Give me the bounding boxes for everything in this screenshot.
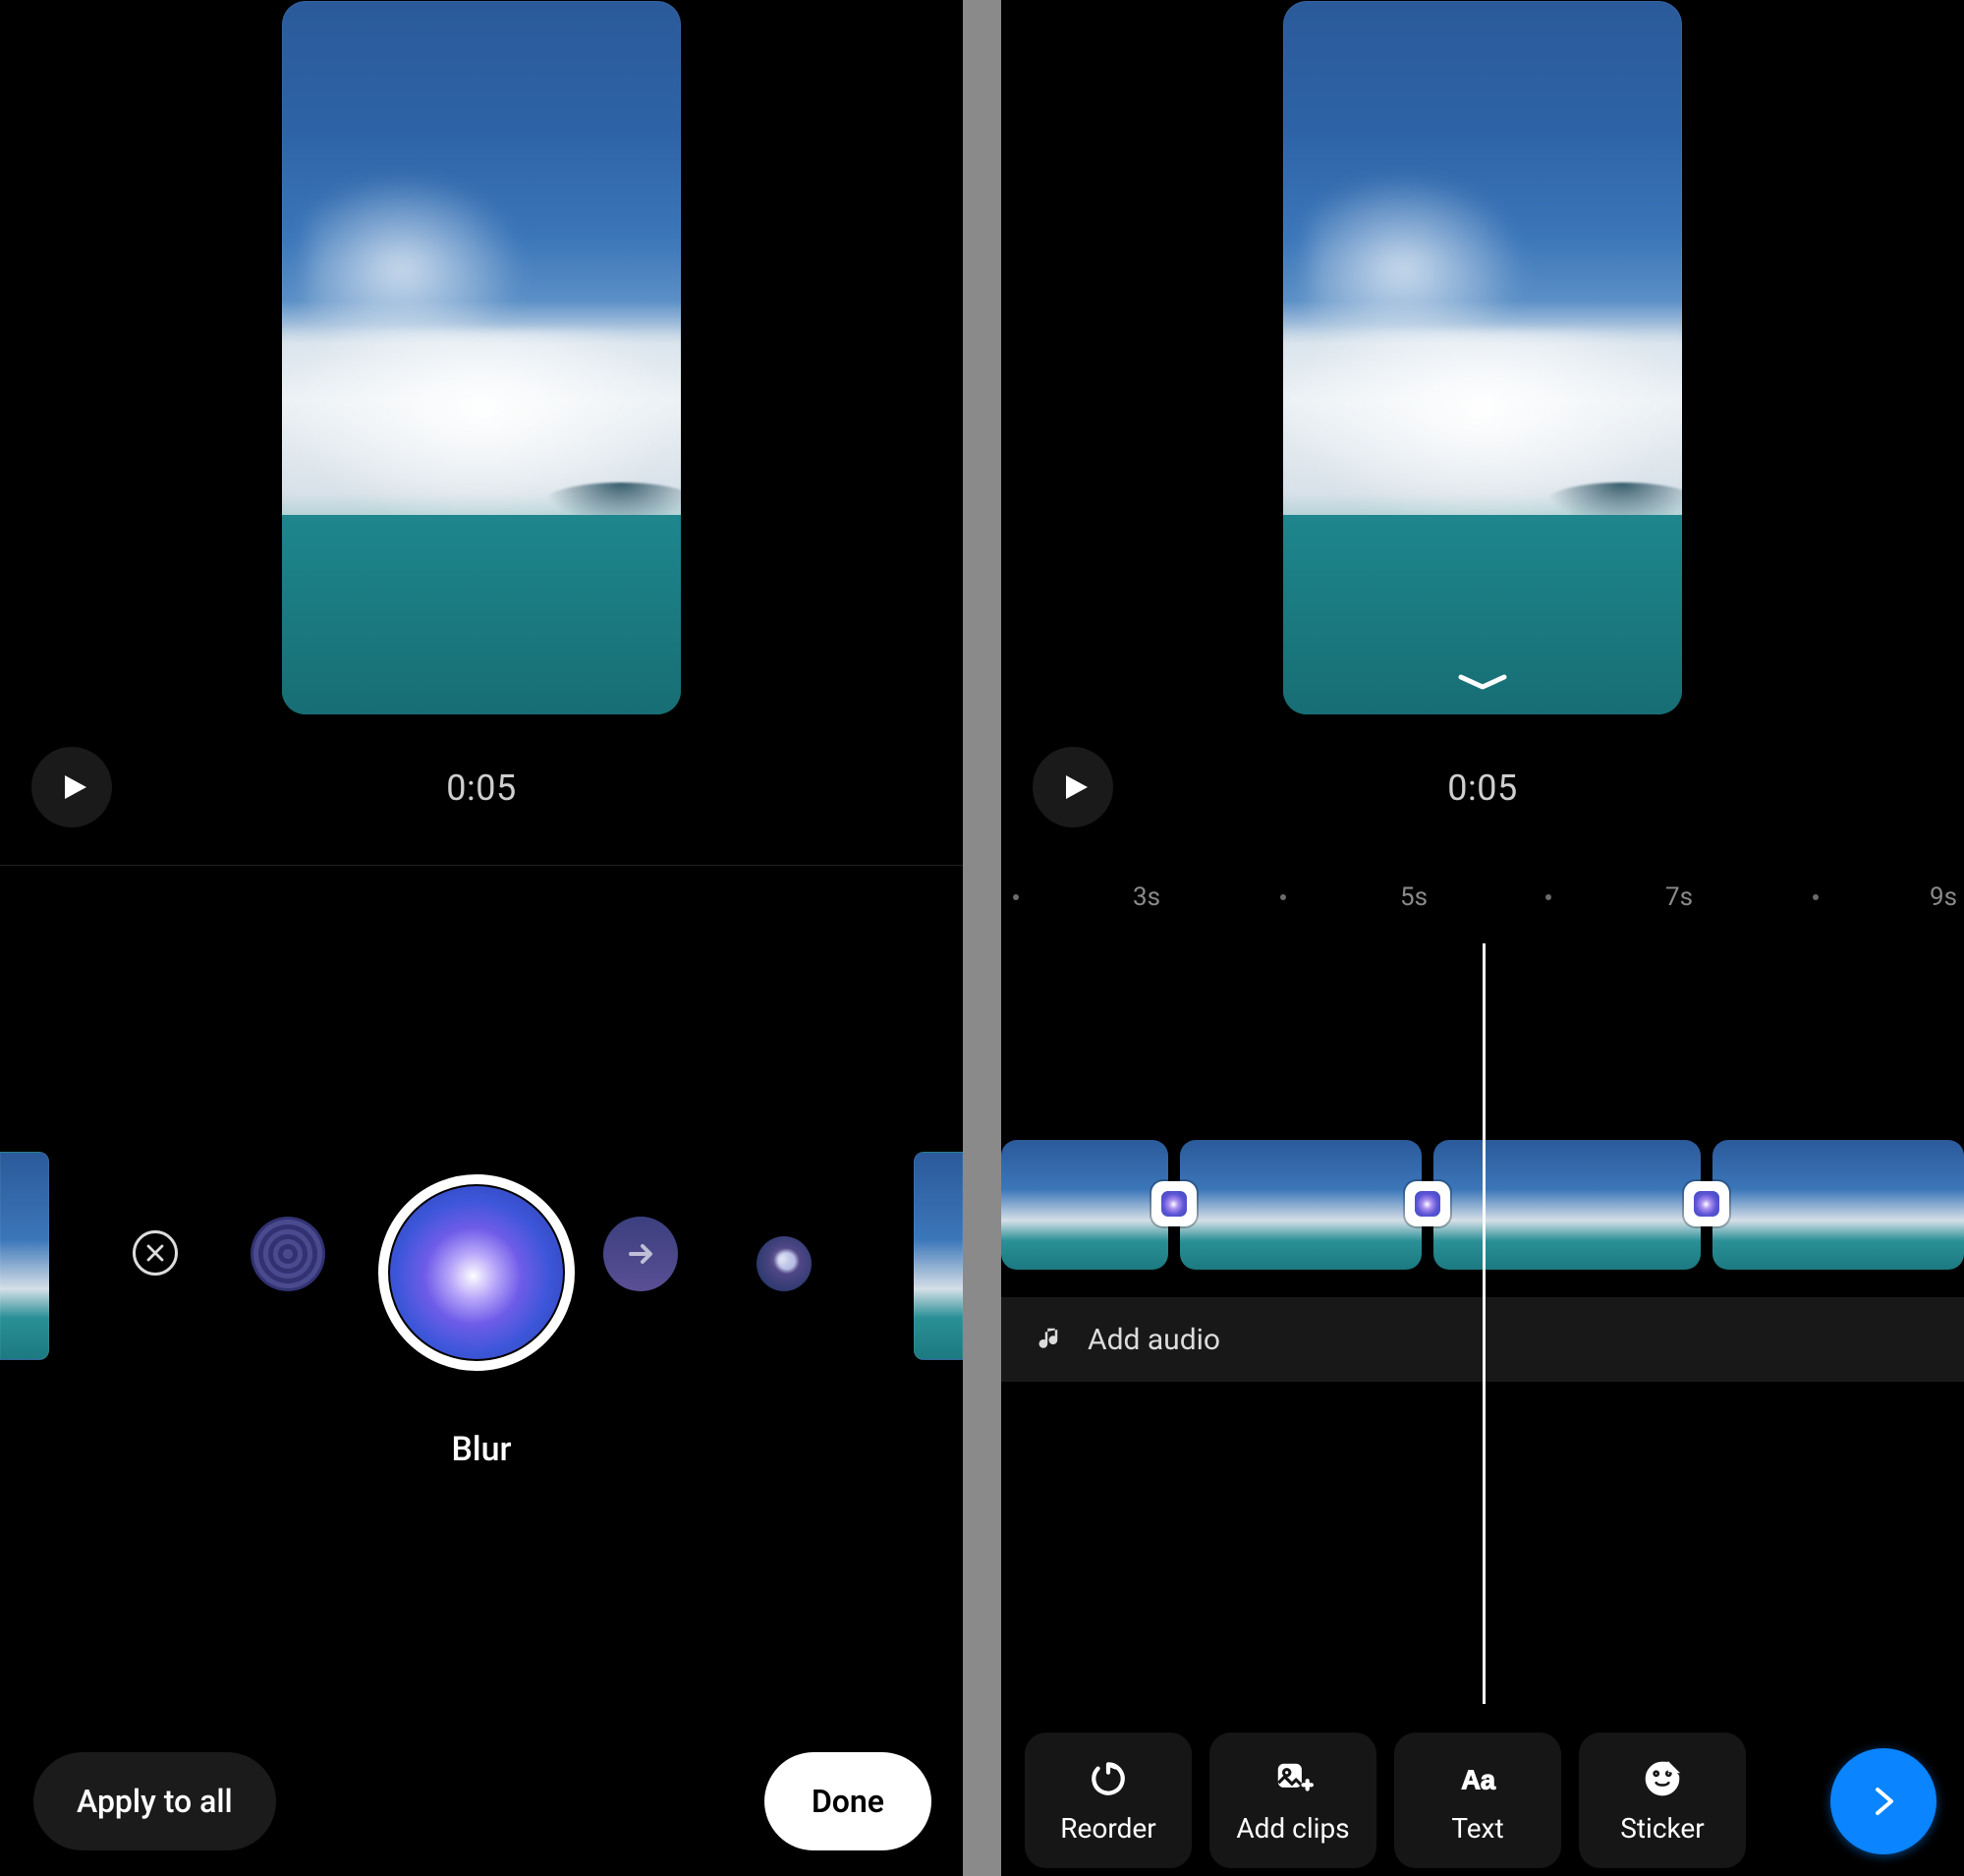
done-button[interactable]: Done [764, 1752, 931, 1850]
reorder-icon [1088, 1758, 1129, 1799]
transition-icon [1694, 1191, 1719, 1217]
chevron-down-icon [1457, 673, 1508, 693]
add-audio-label: Add audio [1088, 1323, 1220, 1357]
add-clips-button[interactable]: Add clips [1209, 1733, 1376, 1868]
transition-badge[interactable] [1151, 1181, 1197, 1226]
ruler-label: 7s [1665, 882, 1693, 912]
effect-option-slide[interactable] [603, 1217, 678, 1291]
timeline-clip[interactable] [1001, 1140, 1168, 1270]
timeline-clip[interactable] [1180, 1140, 1422, 1270]
play-icon [1060, 771, 1092, 803]
transition-effect-carousel[interactable] [0, 1130, 963, 1376]
effect-option-flare[interactable] [757, 1236, 812, 1291]
video-preview-container [1001, 0, 1964, 719]
arrow-right-icon [623, 1236, 658, 1272]
text-icon: Aa [1457, 1758, 1498, 1799]
timecode-label: 0:05 [446, 767, 516, 809]
music-note-icon [1037, 1325, 1066, 1354]
done-label: Done [812, 1783, 884, 1820]
sticker-icon [1642, 1758, 1683, 1799]
blur-effect-icon [390, 1186, 563, 1359]
clip-thumbnail-left [0, 1152, 49, 1360]
toolbar-label: Add clips [1236, 1812, 1349, 1845]
effect-option-none[interactable] [133, 1230, 178, 1276]
collapse-preview-button[interactable] [1457, 673, 1508, 693]
editor-toolbar: Reorder Add clips Aa Text Sticker [1025, 1733, 1746, 1868]
reorder-button[interactable]: Reorder [1025, 1733, 1192, 1868]
ruler-label: 5s [1400, 882, 1428, 912]
transition-icon [1415, 1191, 1440, 1217]
video-preview[interactable] [282, 1, 681, 714]
text-button[interactable]: Aa Text [1394, 1733, 1561, 1868]
transition-effect-screen: 0:05 Blur Apply to all Done [0, 0, 963, 1876]
play-icon [59, 771, 90, 803]
play-button[interactable] [31, 747, 112, 827]
transition-icon [1161, 1191, 1187, 1217]
apply-to-all-button[interactable]: Apply to all [33, 1752, 276, 1850]
transition-badge[interactable] [1405, 1181, 1450, 1226]
chevron-right-icon [1864, 1782, 1903, 1821]
toolbar-label: Sticker [1620, 1812, 1705, 1845]
toolbar-label: Text [1451, 1812, 1503, 1845]
sticker-button[interactable]: Sticker [1579, 1733, 1746, 1868]
svg-text:Aa: Aa [1461, 1764, 1496, 1794]
apply-to-all-label: Apply to all [77, 1783, 233, 1820]
effect-option-blur-selected[interactable] [378, 1174, 575, 1371]
play-button[interactable] [1033, 747, 1113, 827]
timeline-clip[interactable] [1712, 1140, 1964, 1270]
toolbar-label: Reorder [1060, 1812, 1155, 1845]
video-preview-container [0, 0, 963, 719]
timeline-editor-screen: 0:05 3s 5s 7s 9s Add audio [1001, 0, 1964, 1876]
clip-thumbnail-right [914, 1152, 963, 1360]
video-preview[interactable] [1283, 1, 1682, 714]
timeline-playhead[interactable] [1483, 943, 1486, 1704]
next-button[interactable] [1830, 1748, 1936, 1854]
close-icon [143, 1241, 167, 1265]
ruler-label: 3s [1133, 882, 1160, 912]
timeline-ruler[interactable]: 3s 5s 7s 9s [1001, 884, 1964, 924]
effect-option-rings[interactable] [251, 1217, 325, 1291]
ruler-label: 9s [1930, 882, 1957, 912]
pane-divider [963, 0, 1001, 1876]
transition-badge[interactable] [1684, 1181, 1729, 1226]
timeline-clip[interactable] [1433, 1140, 1701, 1270]
add-clips-icon [1272, 1758, 1314, 1799]
timecode-label: 0:05 [1447, 767, 1517, 809]
selected-effect-label: Blur [451, 1430, 511, 1469]
